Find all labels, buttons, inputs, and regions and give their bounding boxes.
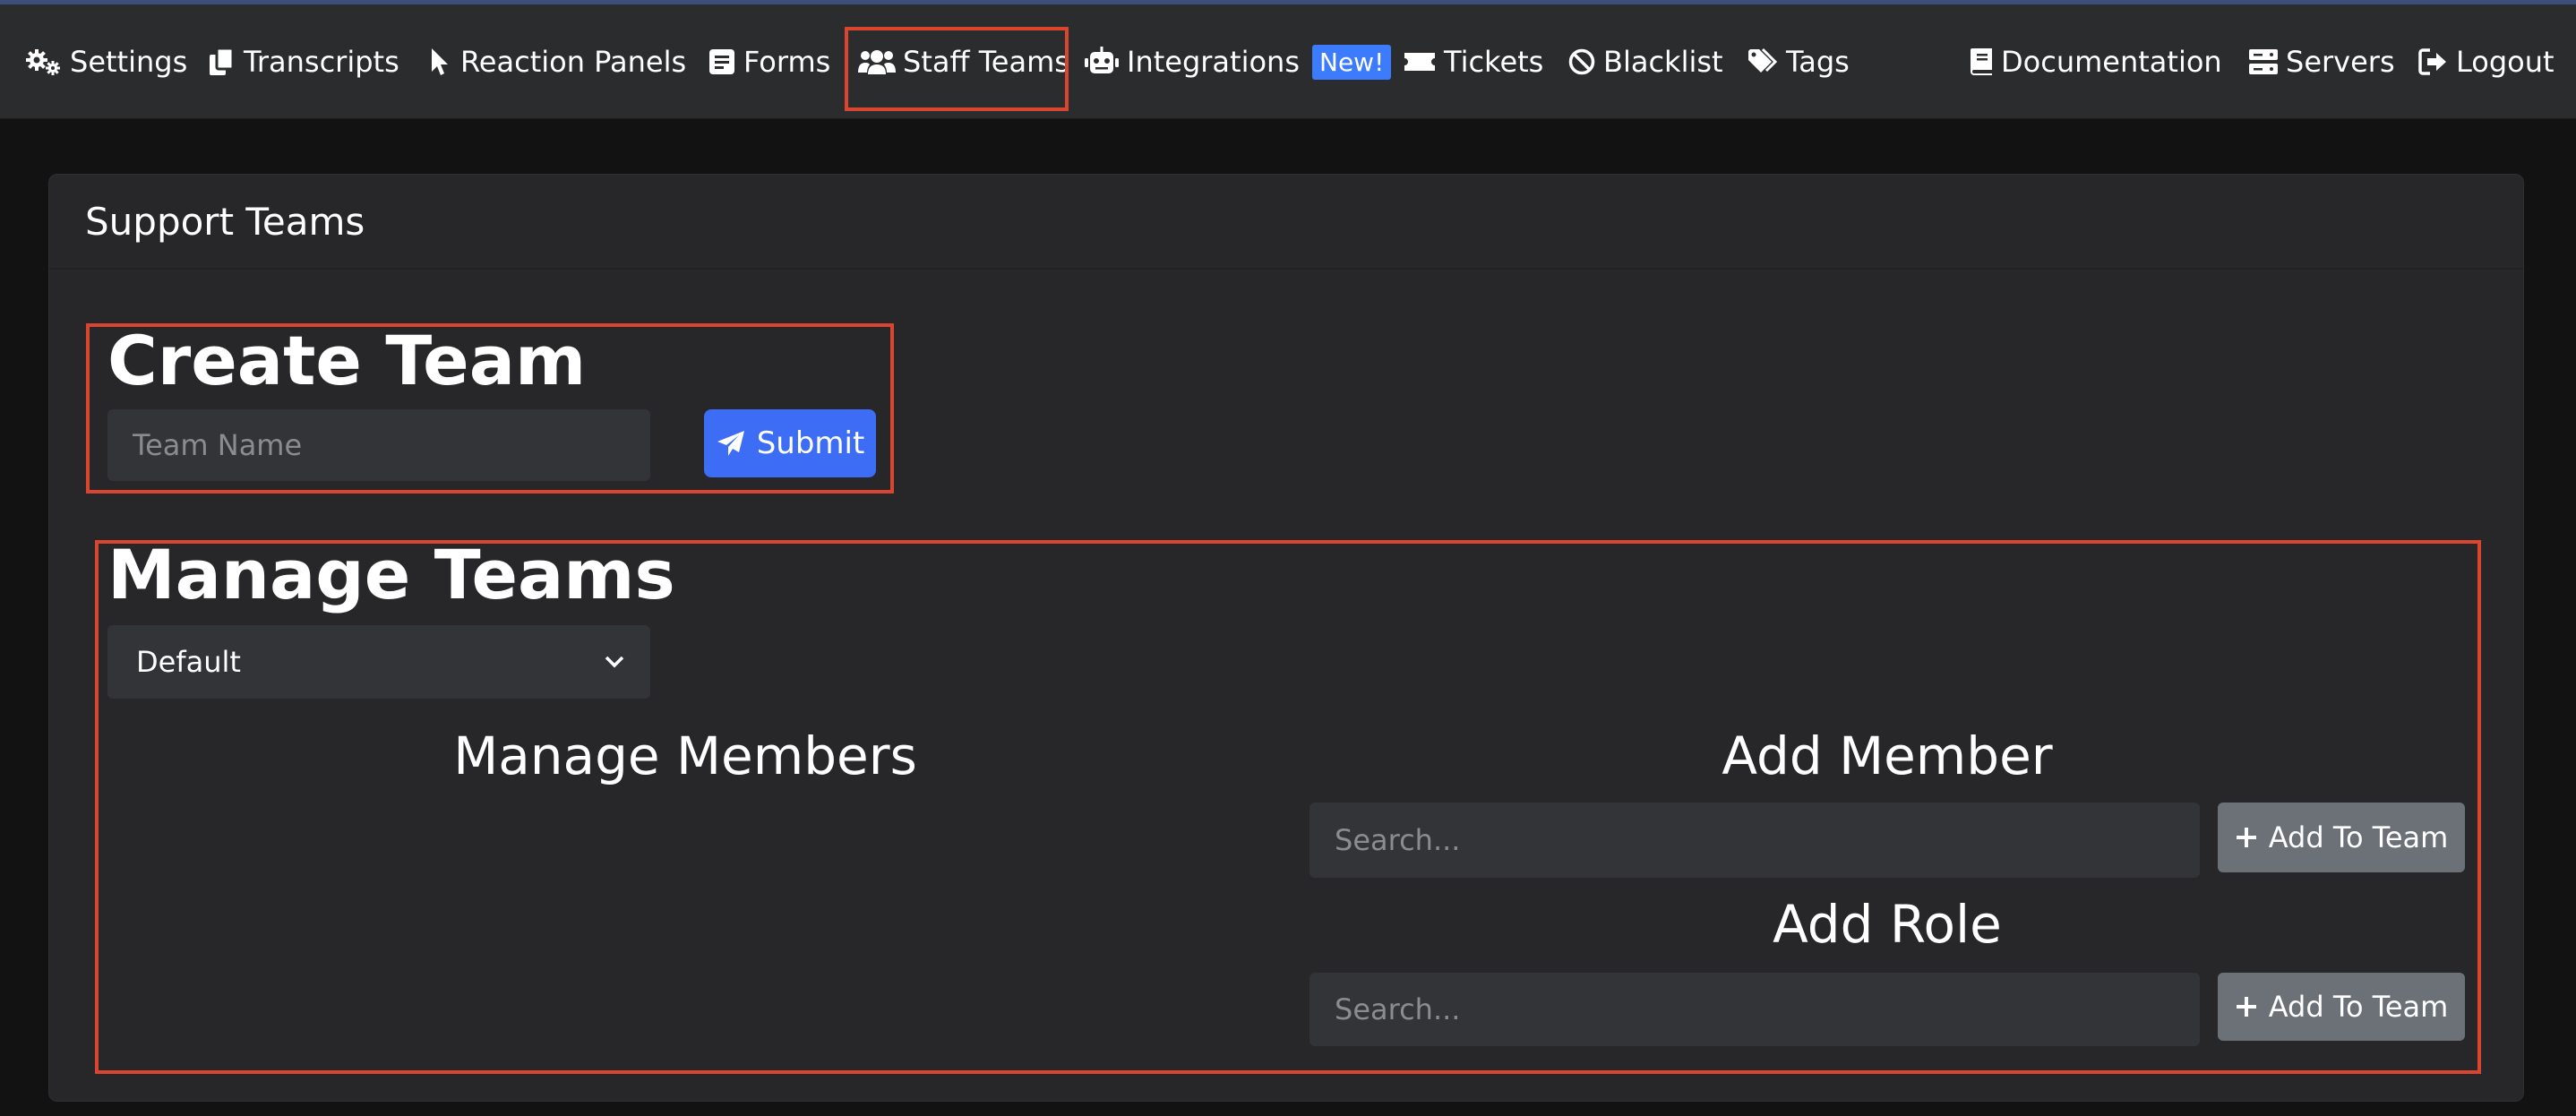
team-name-input[interactable] [107, 409, 650, 481]
form-icon [709, 49, 734, 74]
card-header: Support Teams [49, 175, 2523, 270]
ban-icon [1568, 48, 1595, 75]
add-role-heading: Add Role [1773, 894, 2002, 955]
paper-plane-icon [717, 431, 744, 456]
top-navbar: Settings Transcripts Reaction Panels For… [0, 4, 2576, 119]
nav-servers-label: Servers [2286, 45, 2395, 79]
gears-icon [26, 49, 60, 75]
nav-blacklist-label: Blacklist [1603, 45, 1723, 79]
nav-transcripts[interactable]: Transcripts [208, 4, 399, 119]
nav-blacklist[interactable]: Blacklist [1567, 4, 1723, 119]
nav-documentation[interactable]: Documentation [1969, 4, 2222, 119]
add-role-button[interactable]: Add To Team [2218, 973, 2465, 1041]
nav-tickets[interactable]: Tickets [1403, 4, 1543, 119]
logout-icon [2418, 48, 2446, 75]
tags-icon [1748, 47, 1778, 73]
create-team-heading: Create Team [107, 321, 587, 400]
add-role-button-label: Add To Team [2268, 990, 2449, 1024]
nav-staff-teams-label: Staff Teams [903, 45, 1069, 79]
nav-integrations[interactable]: Integrations New! [1084, 4, 1392, 119]
plus-icon [2236, 997, 2256, 1017]
manage-teams-heading: Manage Teams [107, 535, 675, 614]
submit-button[interactable]: Submit [704, 409, 876, 477]
nav-staff-teams[interactable]: Staff Teams [858, 4, 1069, 119]
nav-forms-label: Forms [743, 45, 831, 79]
nav-reaction-panels-label: Reaction Panels [460, 45, 687, 79]
nav-reaction-panels[interactable]: Reaction Panels [426, 4, 686, 119]
add-role-search-input[interactable] [1309, 973, 2200, 1046]
server-icon [2249, 49, 2278, 74]
add-member-heading: Add Member [1722, 725, 2053, 786]
nav-tags-label: Tags [1786, 45, 1850, 79]
nav-documentation-label: Documentation [2001, 45, 2222, 79]
pointer-icon [432, 48, 448, 75]
nav-logout-label: Logout [2456, 45, 2555, 79]
team-select-value: Default [136, 645, 241, 679]
users-icon [858, 50, 896, 74]
add-member-search-input[interactable] [1309, 803, 2200, 878]
ticket-icon [1404, 53, 1435, 71]
nav-transcripts-label: Transcripts [244, 45, 399, 79]
submit-label: Submit [756, 425, 865, 461]
robot-icon [1085, 47, 1119, 73]
nav-logout[interactable]: Logout [2418, 4, 2555, 119]
nav-settings[interactable]: Settings [25, 4, 187, 119]
add-member-button-label: Add To Team [2268, 820, 2449, 854]
card-title: Support Teams [85, 200, 365, 244]
nav-tickets-label: Tickets [1444, 45, 1544, 79]
nav-forms[interactable]: Forms [708, 4, 830, 119]
nav-integrations-label: Integrations [1127, 45, 1300, 79]
add-member-button[interactable]: Add To Team [2218, 803, 2465, 872]
team-select[interactable]: Default [107, 625, 650, 699]
manage-members-heading: Manage Members [453, 725, 917, 786]
nav-servers[interactable]: Servers [2248, 4, 2395, 119]
nav-tags[interactable]: Tags [1747, 4, 1850, 119]
plus-icon [2236, 828, 2256, 847]
nav-settings-label: Settings [70, 45, 188, 79]
new-badge: New! [1312, 44, 1392, 80]
copy-icon [210, 47, 235, 75]
book-icon [1971, 48, 1992, 75]
chevron-down-icon [605, 656, 624, 668]
